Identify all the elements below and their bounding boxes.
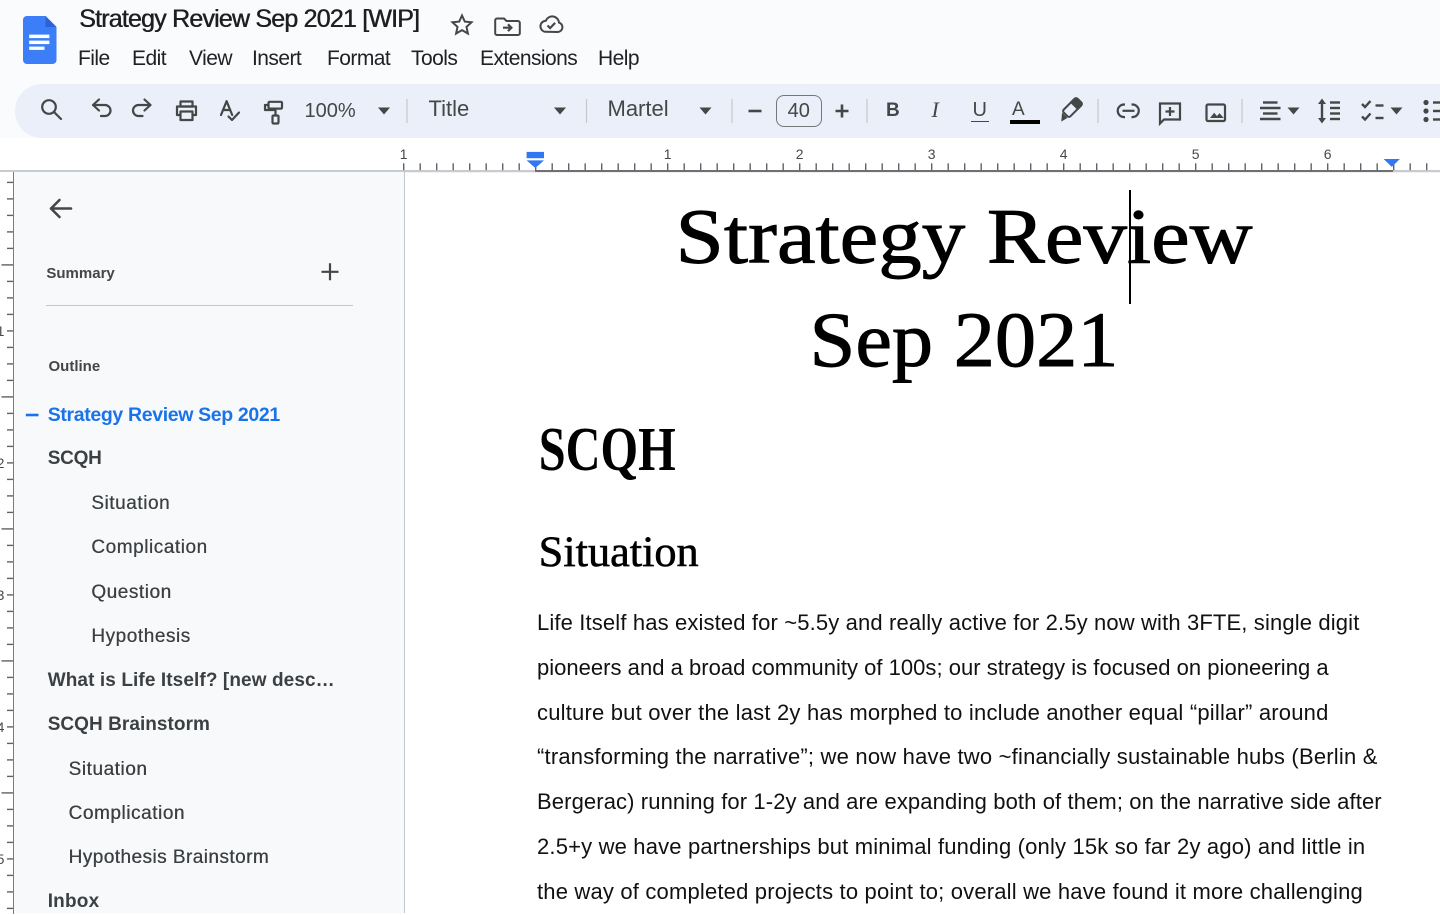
svg-text:Strategy Review: Strategy Review bbox=[676, 192, 1253, 279]
svg-text:SCQH: SCQH bbox=[539, 414, 676, 484]
svg-text:5: 5 bbox=[0, 851, 5, 867]
svg-text:1: 1 bbox=[400, 146, 408, 162]
svg-text:1: 1 bbox=[0, 323, 5, 339]
svg-text:4: 4 bbox=[1060, 146, 1068, 162]
svg-text:Situation: Situation bbox=[539, 528, 699, 576]
svg-text:5: 5 bbox=[1192, 146, 1200, 162]
svg-text:1: 1 bbox=[664, 146, 672, 162]
svg-text:2: 2 bbox=[796, 146, 804, 162]
svg-text:4: 4 bbox=[0, 719, 5, 735]
svg-text:Sep 2021: Sep 2021 bbox=[810, 296, 1119, 383]
svg-text:3: 3 bbox=[0, 587, 5, 603]
svg-text:6: 6 bbox=[1324, 146, 1332, 162]
svg-text:2: 2 bbox=[0, 455, 5, 471]
svg-text:3: 3 bbox=[928, 146, 936, 162]
